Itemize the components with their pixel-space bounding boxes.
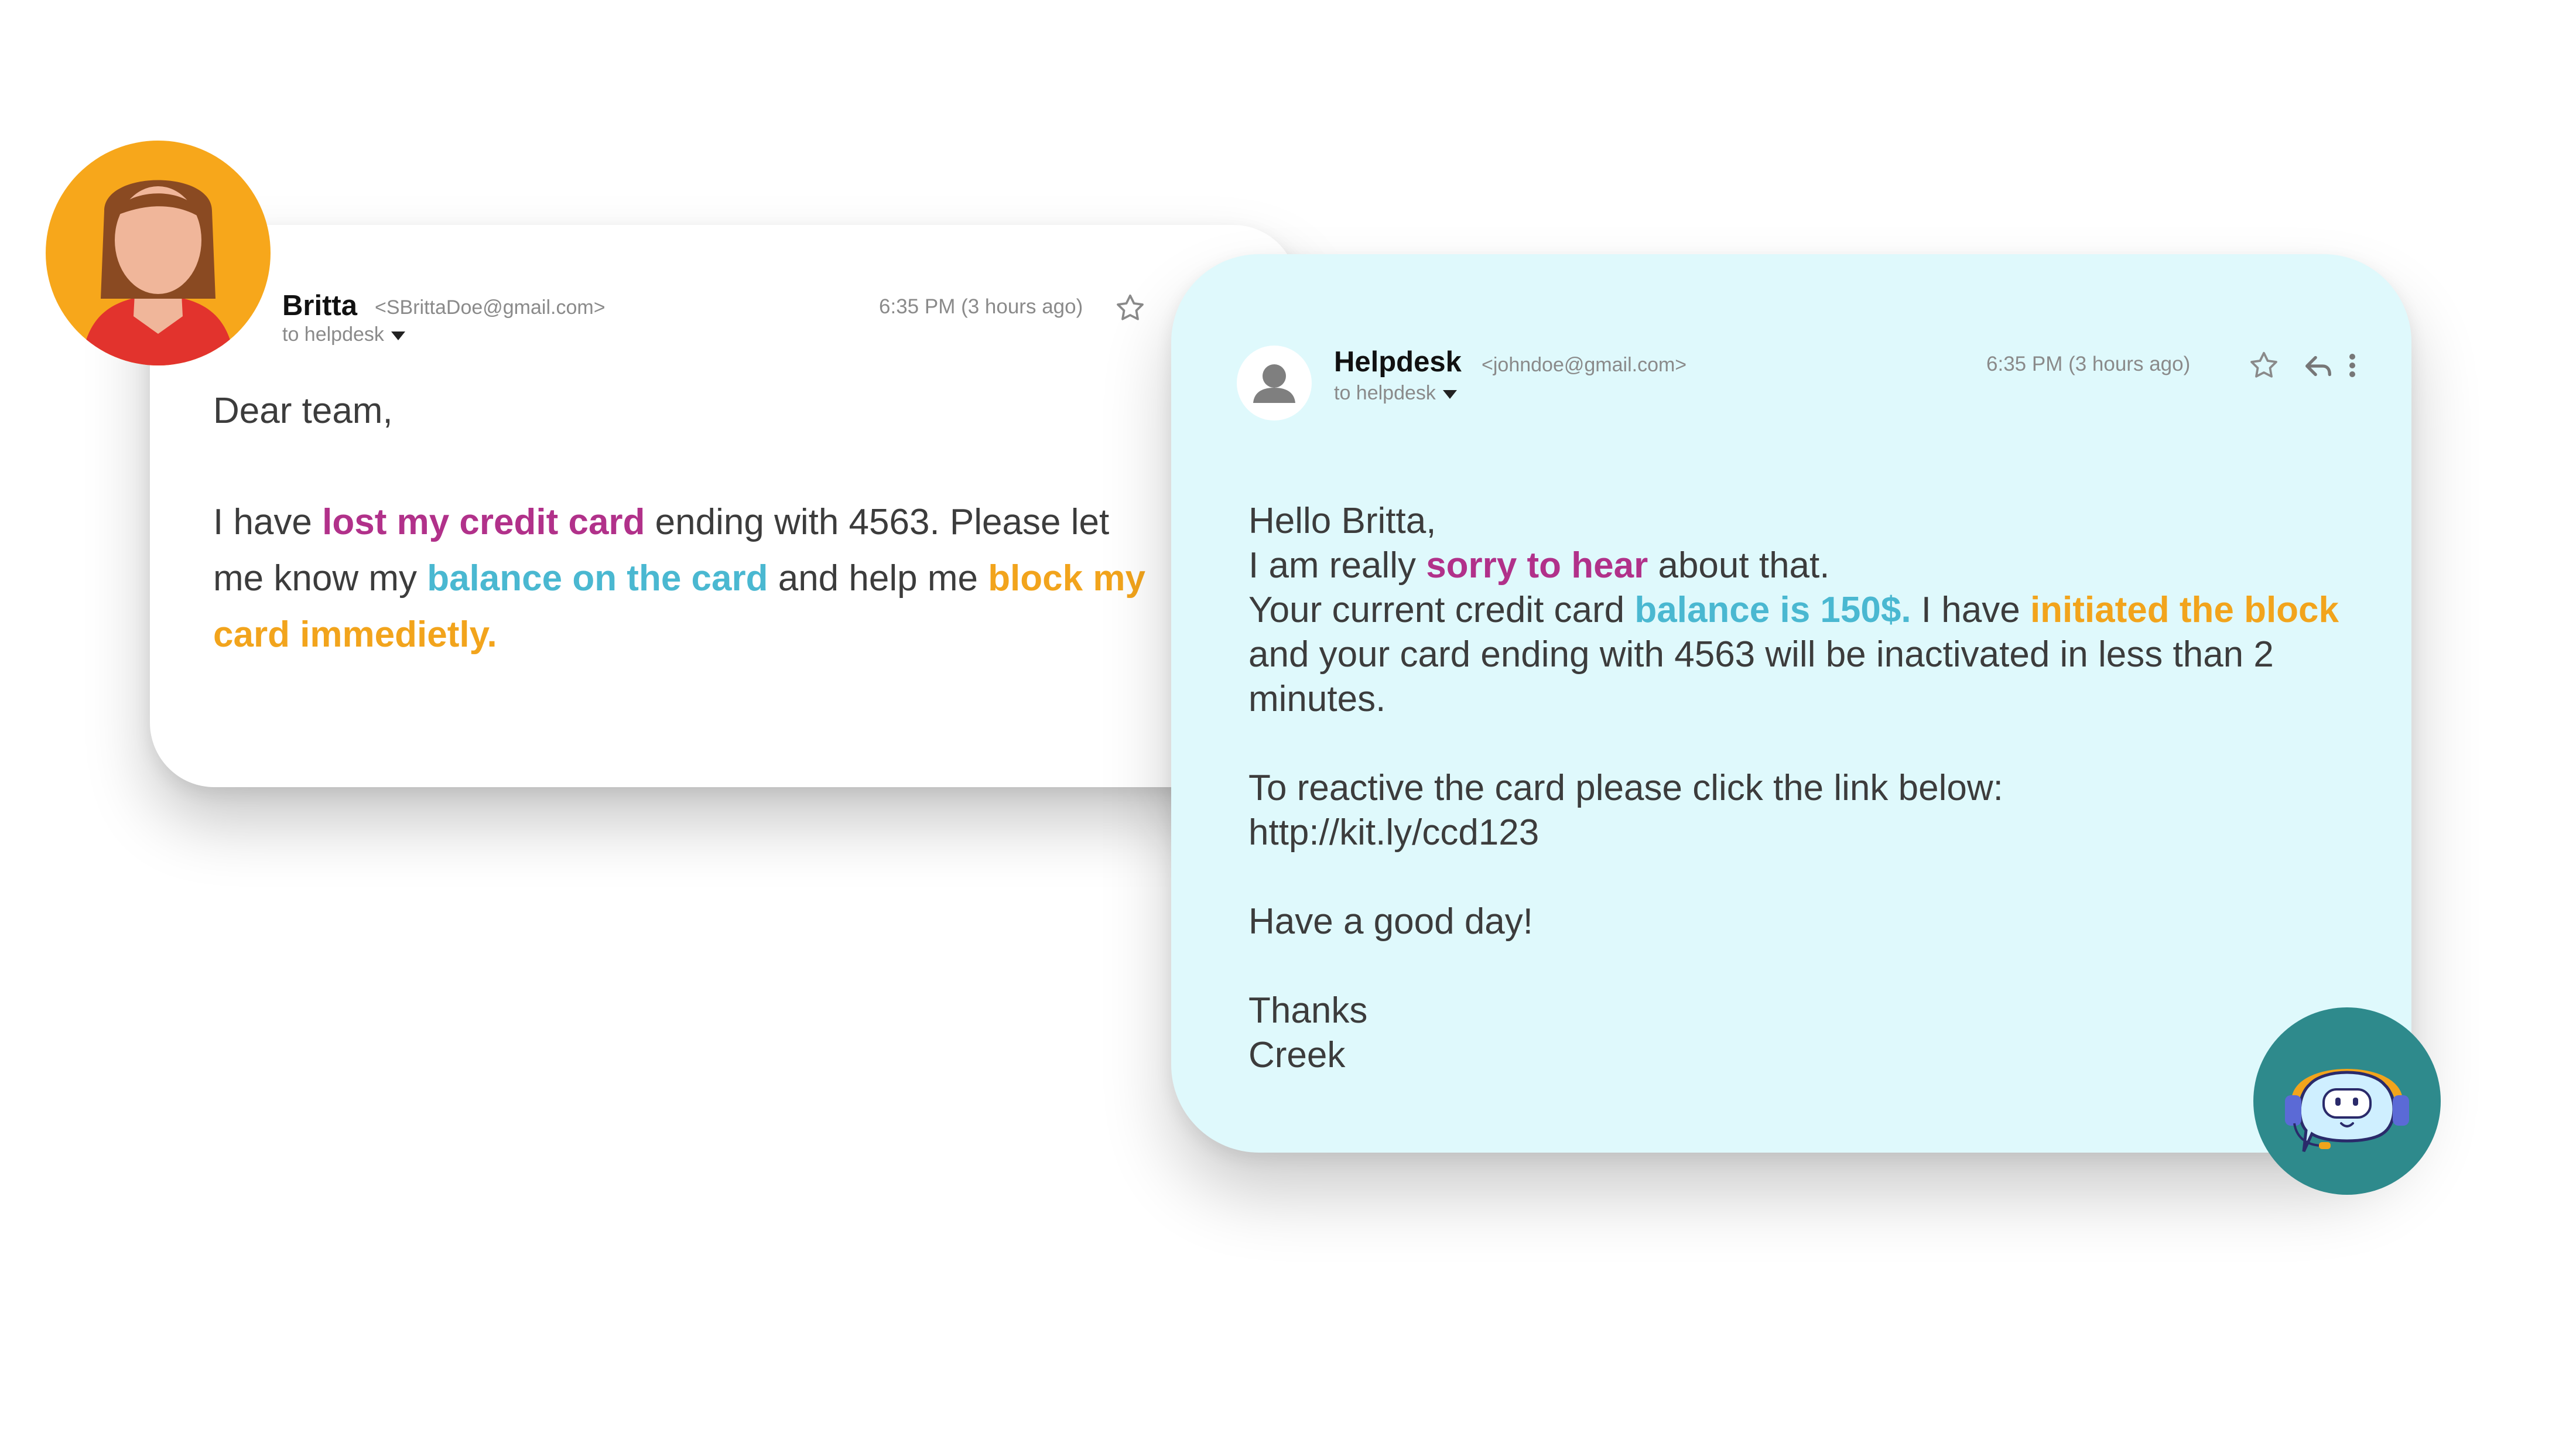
- recipient-dropdown[interactable]: to helpdesk: [282, 323, 405, 346]
- bot-avatar: [2253, 1007, 2441, 1195]
- sender-name: Britta: [282, 290, 357, 322]
- sender-name: Helpdesk: [1334, 346, 1462, 378]
- reply-line: Your current credit card balance is 150$…: [1248, 588, 2361, 722]
- email-greeting: Dear team,: [213, 391, 393, 431]
- body-text: and your card ending with 4563 will be i…: [1248, 634, 2274, 719]
- customer-email-card: Britta <SBrittaDoe@gmail.com> to helpdes…: [150, 225, 1298, 787]
- highlight-balance: balance is 150$.: [1634, 590, 1911, 630]
- reply-line: I am really sorry to hear about that.: [1248, 544, 2361, 588]
- body-text: Your current credit card: [1248, 590, 1635, 630]
- highlight-lost-card: lost my credit card: [322, 502, 645, 542]
- star-icon[interactable]: [1113, 290, 1148, 326]
- highlight-sorry: sorry to hear: [1426, 545, 1648, 586]
- more-vertical-icon[interactable]: [2346, 348, 2359, 383]
- reply-body: Hello Britta, I am really sorry to hear …: [1248, 499, 2361, 1078]
- reply-line: To reactive the card please click the li…: [1248, 768, 2003, 808]
- email-timestamp: 6:35 PM (3 hours ago): [879, 295, 1083, 318]
- star-icon[interactable]: [2246, 348, 2281, 383]
- recipient-label: to helpdesk: [1334, 382, 1436, 404]
- caret-down-icon: [391, 331, 405, 340]
- sender-email: <SBrittaDoe@gmail.com>: [375, 296, 605, 319]
- highlight-block: initiated the block: [2030, 590, 2339, 630]
- email-timestamp: 6:35 PM (3 hours ago): [1986, 353, 2191, 375]
- highlight-balance: balance on the card: [427, 558, 768, 599]
- reply-icon[interactable]: [2301, 349, 2335, 383]
- body-text: I am really: [1248, 545, 1426, 586]
- email-body: I have lost my credit card ending with 4…: [213, 494, 1162, 663]
- body-text: I have: [213, 502, 323, 542]
- reply-line: Have a good day!: [1248, 901, 1534, 942]
- helpdesk-avatar: [1237, 346, 1312, 421]
- body-text: I have: [1911, 590, 2030, 630]
- reply-greeting: Hello Britta,: [1248, 501, 1436, 541]
- customer-avatar: [46, 141, 271, 365]
- person-icon: [1253, 364, 1295, 403]
- body-text: about that.: [1648, 545, 1830, 586]
- reply-signature: Creek: [1248, 1035, 1346, 1075]
- recipient-dropdown[interactable]: to helpdesk: [1334, 382, 1457, 405]
- woman-avatar-icon: [81, 180, 235, 365]
- helpdesk-email-card: Helpdesk <johndoe@gmail.com> to helpdesk…: [1171, 254, 2411, 1153]
- caret-down-icon: [1442, 389, 1457, 399]
- body-text: and help me: [768, 558, 988, 599]
- recipient-label: to helpdesk: [282, 323, 384, 346]
- sender-email: <johndoe@gmail.com>: [1482, 354, 1687, 376]
- chatbot-icon: [2285, 1069, 2409, 1153]
- reply-signoff: Thanks: [1248, 990, 1368, 1031]
- reactivation-link[interactable]: http://kit.ly/ccd123: [1248, 811, 2361, 855]
